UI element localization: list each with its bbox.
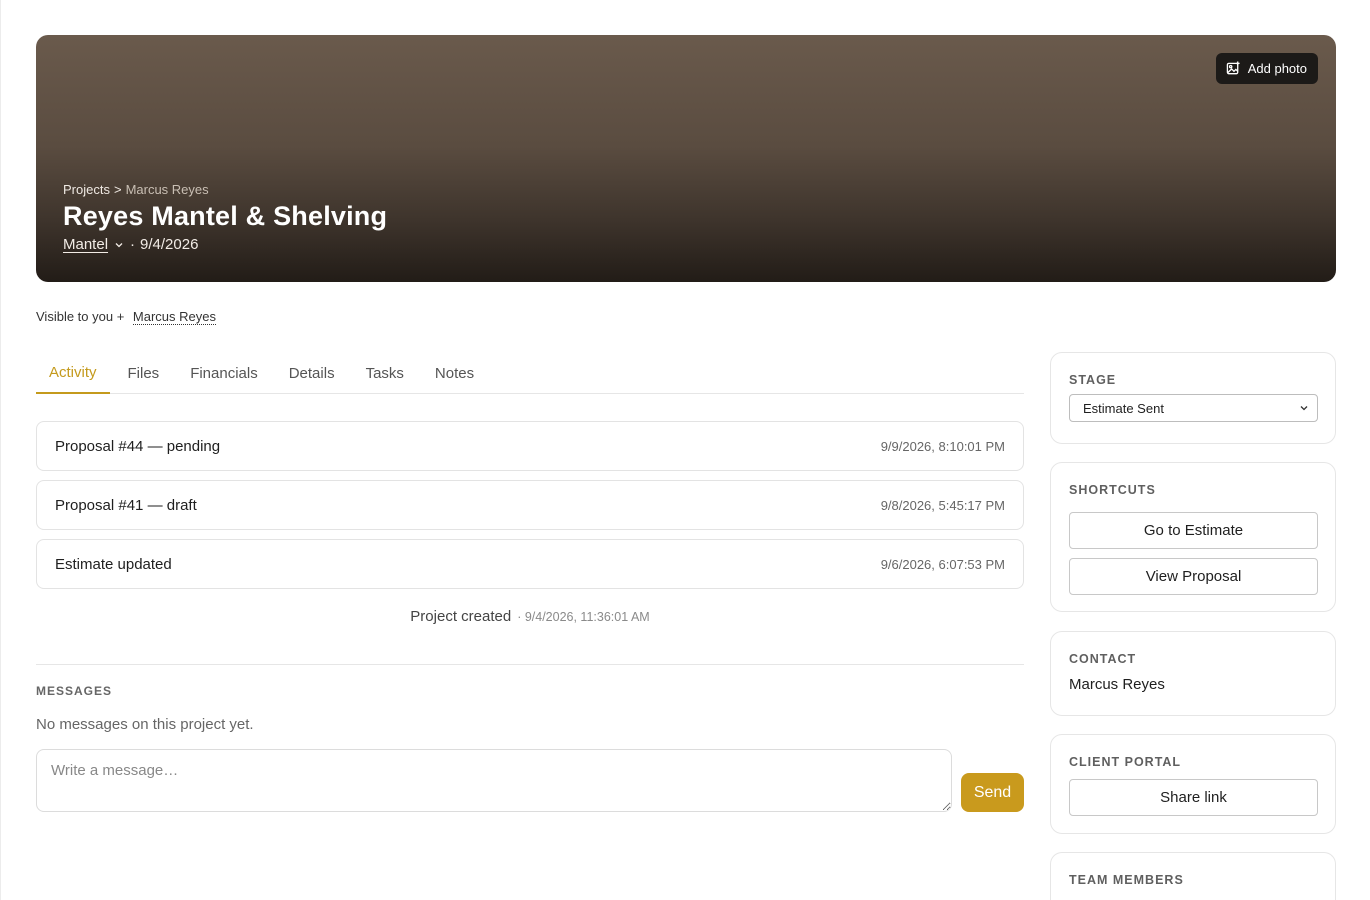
stage-heading: STAGE <box>1069 373 1117 387</box>
project-created-event: Project created · 9/4/2026, 11:36:01 AM <box>36 608 1024 625</box>
breadcrumb: Projects > Marcus Reyes <box>63 182 209 197</box>
team-members-card: TEAM MEMBERS <box>1050 852 1336 900</box>
activity-title: Proposal #41 — draft <box>55 496 197 514</box>
breadcrumb-projects[interactable]: Projects <box>63 182 110 197</box>
contact-heading: CONTACT <box>1069 652 1137 666</box>
tab-tasks[interactable]: Tasks <box>353 352 417 394</box>
go-to-estimate-button[interactable]: Go to Estimate <box>1069 512 1318 549</box>
created-label: Project created <box>410 608 512 625</box>
visibility-info: Visible to you + Marcus Reyes <box>36 309 216 325</box>
messages-heading: MESSAGES <box>36 684 113 698</box>
tab-bar: Activity Files Financials Details Tasks … <box>36 352 1024 394</box>
tab-notes[interactable]: Notes <box>422 352 487 394</box>
project-page: Add photo Projects > Marcus Reyes Reyes Ma… <box>0 0 1370 900</box>
chevron-down-icon <box>1300 406 1308 411</box>
visibility-prefix: Visible to you + <box>36 309 125 324</box>
created-timestamp: · 9/4/2026, 11:36:01 AM <box>517 610 650 624</box>
activity-item[interactable]: Proposal #44 — pending 9/9/2026, 8:10:01… <box>36 421 1024 471</box>
stage-select[interactable]: Estimate Sent <box>1069 394 1318 422</box>
breadcrumb-current: Marcus Reyes <box>125 182 209 197</box>
page-title: Reyes Mantel & Shelving <box>63 201 388 231</box>
messages-empty-state: No messages on this project yet. <box>36 716 254 733</box>
project-date: 9/4/2026 <box>140 236 199 253</box>
view-proposal-button[interactable]: View Proposal <box>1069 558 1318 595</box>
team-members-heading: TEAM MEMBERS <box>1069 873 1184 887</box>
tab-activity[interactable]: Activity <box>36 352 110 394</box>
section-divider <box>36 664 1024 665</box>
project-meta: Mantel · 9/4/2026 <box>63 236 198 253</box>
meta-separator: · <box>130 236 136 253</box>
send-button[interactable]: Send <box>961 773 1024 812</box>
tab-files[interactable]: Files <box>115 352 173 394</box>
contact-card: CONTACT Marcus Reyes <box>1050 631 1336 716</box>
message-input[interactable] <box>36 749 952 812</box>
activity-item[interactable]: Estimate updated 9/6/2026, 6:07:53 PM <box>36 539 1024 589</box>
image-plus-icon <box>1226 61 1240 75</box>
client-portal-card: CLIENT PORTAL Share link <box>1050 734 1336 834</box>
add-photo-label: Add photo <box>1247 61 1307 76</box>
activity-timestamp: 9/6/2026, 6:07:53 PM <box>880 556 1005 572</box>
activity-title: Estimate updated <box>55 555 172 573</box>
breadcrumb-separator: > <box>113 182 122 197</box>
activity-timestamp: 9/9/2026, 8:10:01 PM <box>880 438 1005 454</box>
shortcuts-heading: SHORTCUTS <box>1069 483 1156 497</box>
visibility-person[interactable]: Marcus Reyes <box>132 309 216 325</box>
tab-details[interactable]: Details <box>276 352 348 394</box>
contact-name[interactable]: Marcus Reyes <box>1069 676 1317 693</box>
stage-card: STAGE Estimate Sent <box>1050 352 1336 444</box>
stage-value: Estimate Sent <box>1083 400 1164 416</box>
project-hero: Add photo Projects > Marcus Reyes Reyes Ma… <box>36 35 1336 282</box>
project-type-selector[interactable]: Mantel <box>63 236 108 253</box>
activity-item[interactable]: Proposal #41 — draft 9/8/2026, 5:45:17 P… <box>36 480 1024 530</box>
tab-financials[interactable]: Financials <box>177 352 271 394</box>
activity-title: Proposal #44 — pending <box>55 437 221 455</box>
chevron-down-icon[interactable] <box>114 240 124 250</box>
share-link-button[interactable]: Share link <box>1069 779 1318 816</box>
client-portal-heading: CLIENT PORTAL <box>1069 755 1182 769</box>
add-photo-button[interactable]: Add photo <box>1215 53 1318 84</box>
shortcuts-card: SHORTCUTS Go to Estimate View Proposal <box>1050 462 1336 612</box>
activity-timestamp: 9/8/2026, 5:45:17 PM <box>880 497 1005 513</box>
